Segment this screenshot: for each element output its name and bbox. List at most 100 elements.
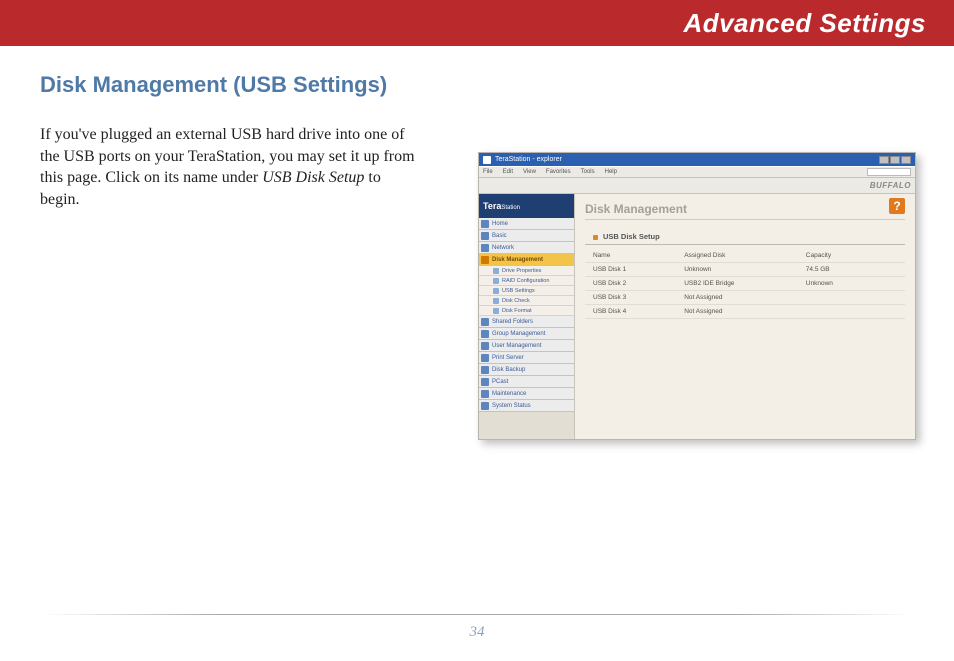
bullet-icon	[493, 288, 499, 294]
user-icon	[481, 342, 489, 350]
nav-label: Basic	[492, 233, 507, 239]
cell-name: USB Disk 2	[593, 280, 684, 287]
sidebar: TeraStation Home Basic Network Disk Mana…	[479, 194, 575, 439]
cell-name: USB Disk 1	[593, 266, 684, 273]
nav-sub-drive-properties[interactable]: Drive Properties	[479, 266, 574, 276]
nav-maintenance[interactable]: Maintenance	[479, 388, 574, 400]
status-icon	[481, 402, 489, 410]
printer-icon	[481, 354, 489, 362]
folder-icon	[481, 318, 489, 326]
panel-section-header: USB Disk Setup	[585, 232, 905, 245]
cell-assigned: USB2 IDE Bridge	[684, 280, 806, 287]
footer-divider	[42, 614, 912, 615]
cell-assigned: Not Assigned	[684, 294, 806, 301]
menu-help[interactable]: Help	[605, 169, 617, 175]
bullet-icon	[493, 308, 499, 314]
bullet-icon	[493, 268, 499, 274]
menu-view[interactable]: View	[523, 169, 536, 175]
help-button[interactable]: ?	[889, 198, 905, 214]
nav-shared-folders[interactable]: Shared Folders	[479, 316, 574, 328]
nav-sub-usb-settings[interactable]: USB Settings	[479, 286, 574, 296]
table-row[interactable]: USB Disk 4 Not Assigned	[585, 305, 905, 319]
paragraph-emphasis: USB Disk Setup	[262, 169, 364, 186]
screenshot-body: TeraStation Home Basic Network Disk Mana…	[479, 194, 915, 439]
col-assigned: Assigned Disk	[684, 252, 806, 259]
menu-file[interactable]: File	[483, 169, 493, 175]
nav-label: Disk Management	[492, 257, 543, 263]
nav-system-status[interactable]: System Status	[479, 400, 574, 412]
table-row[interactable]: USB Disk 3 Not Assigned	[585, 291, 905, 305]
embedded-screenshot: TeraStation - explorer File Edit View Fa…	[478, 152, 916, 440]
menubar: File Edit View Favorites Tools Help	[479, 166, 915, 178]
backup-icon	[481, 366, 489, 374]
nav-sub-label: USB Settings	[502, 288, 535, 294]
group-icon	[481, 330, 489, 338]
col-name: Name	[593, 252, 684, 259]
nav-sub-disk-format[interactable]: Disk Format	[479, 306, 574, 316]
app-icon	[483, 156, 491, 164]
nav-label: PCast	[492, 379, 508, 385]
nav-home[interactable]: Home	[479, 218, 574, 230]
maximize-button[interactable]	[890, 156, 900, 164]
home-icon	[481, 220, 489, 228]
toolbar: BUFFALO	[479, 178, 915, 194]
cell-assigned: Unknown	[684, 266, 806, 273]
menu-edit[interactable]: Edit	[503, 169, 513, 175]
minimize-button[interactable]	[879, 156, 889, 164]
cell-name: USB Disk 3	[593, 294, 684, 301]
nav-label: User Management	[492, 343, 541, 349]
nav-user-management[interactable]: User Management	[479, 340, 574, 352]
nav-sub-label: RAID Configuration	[502, 278, 549, 284]
table-row[interactable]: USB Disk 1 Unknown 74.5 GB	[585, 263, 905, 277]
nav-disk-backup[interactable]: Disk Backup	[479, 364, 574, 376]
wrench-icon	[481, 390, 489, 398]
logo-line1: Tera	[483, 201, 501, 211]
nav-label: Network	[492, 245, 514, 251]
col-capacity: Capacity	[806, 252, 897, 259]
page-number: 34	[0, 624, 954, 641]
cell-capacity	[806, 308, 897, 315]
nav-label: Print Server	[492, 355, 524, 361]
nav-sub-raid-configuration[interactable]: RAID Configuration	[479, 276, 574, 286]
menu-favorites[interactable]: Favorites	[546, 169, 571, 175]
close-button[interactable]	[901, 156, 911, 164]
cell-assigned: Not Assigned	[684, 308, 806, 315]
menu-tools[interactable]: Tools	[581, 169, 595, 175]
header-banner: Advanced Settings	[0, 0, 954, 46]
disk-icon	[481, 256, 489, 264]
cell-capacity: Unknown	[806, 280, 897, 287]
body-paragraph: If you've plugged an external USB hard d…	[40, 124, 420, 210]
manual-page: Advanced Settings Disk Management (USB S…	[0, 0, 954, 661]
nav-label: Group Management	[492, 331, 545, 337]
cell-capacity: 74.5 GB	[806, 266, 897, 273]
window-titlebar: TeraStation - explorer	[479, 153, 915, 166]
nav-disk-management[interactable]: Disk Management	[479, 254, 574, 266]
window-title: TeraStation - explorer	[495, 156, 562, 163]
search-box[interactable]	[867, 168, 911, 176]
nav-basic[interactable]: Basic	[479, 230, 574, 242]
network-icon	[481, 244, 489, 252]
nav-sub-label: Disk Format	[502, 308, 532, 314]
nav-pcast[interactable]: PCast	[479, 376, 574, 388]
nav-group-management[interactable]: Group Management	[479, 328, 574, 340]
cell-capacity	[806, 294, 897, 301]
nav-label: System Status	[492, 403, 531, 409]
content-area: Disk Management ? USB Disk Setup Name As…	[575, 194, 915, 439]
section-title: Disk Management (USB Settings)	[40, 72, 954, 98]
nav-print-server[interactable]: Print Server	[479, 352, 574, 364]
nav-label: Maintenance	[492, 391, 526, 397]
content-title-text: Disk Management	[585, 202, 687, 216]
nav-list: Home Basic Network Disk Management Drive…	[479, 218, 574, 412]
product-logo: TeraStation	[479, 194, 574, 218]
nav-sub-label: Disk Check	[502, 298, 530, 304]
nav-label: Shared Folders	[492, 319, 533, 325]
nav-label: Disk Backup	[492, 367, 525, 373]
nav-sub-label: Drive Properties	[502, 268, 541, 274]
nav-network[interactable]: Network	[479, 242, 574, 254]
bullet-icon	[493, 278, 499, 284]
usb-disk-table: Name Assigned Disk Capacity USB Disk 1 U…	[585, 249, 905, 319]
table-row[interactable]: USB Disk 2 USB2 IDE Bridge Unknown	[585, 277, 905, 291]
nav-sub-disk-check[interactable]: Disk Check	[479, 296, 574, 306]
logo-line2: Station	[501, 205, 520, 211]
cell-name: USB Disk 4	[593, 308, 684, 315]
